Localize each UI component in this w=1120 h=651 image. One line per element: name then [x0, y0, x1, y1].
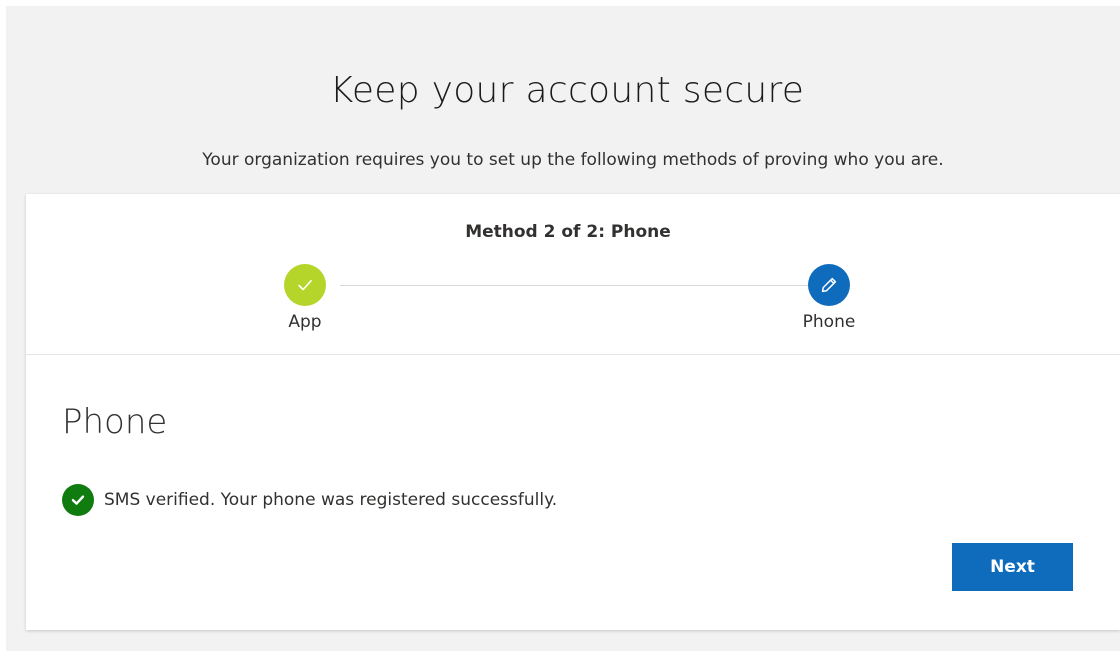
- progress-connector-line: [340, 285, 828, 286]
- setup-card: Method 2 of 2: Phone App Phone Phone SMS…: [26, 194, 1120, 630]
- method-progress-label: Method 2 of 2: Phone: [465, 222, 671, 242]
- pencil-icon: [821, 277, 837, 293]
- success-check-icon: [62, 484, 94, 516]
- step-phone-label: Phone: [802, 312, 856, 332]
- step-phone-indicator: [808, 264, 850, 306]
- page-subtitle: Your organization requires you to set up…: [202, 150, 944, 170]
- section-title: Phone: [62, 402, 168, 442]
- success-checkmark-glyph: [71, 495, 85, 505]
- step-app-label: App: [288, 312, 322, 332]
- next-button[interactable]: Next: [952, 543, 1073, 591]
- status-message: SMS verified. Your phone was registered …: [62, 484, 557, 516]
- page-title: Keep your account secure: [329, 70, 805, 111]
- checkmark-icon: [298, 280, 312, 291]
- progress-header: Method 2 of 2: Phone App Phone: [26, 194, 1120, 355]
- status-text: SMS verified. Your phone was registered …: [104, 490, 558, 510]
- step-app-indicator: [284, 264, 326, 306]
